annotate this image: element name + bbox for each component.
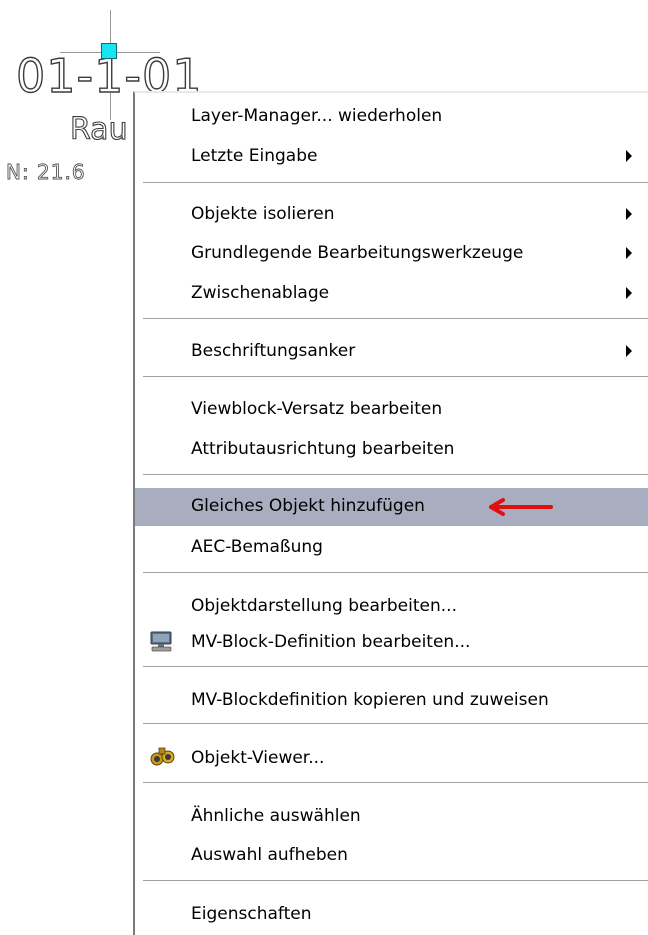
menu-item-label: Objektdarstellung bearbeiten... (191, 596, 457, 616)
menu-item-label: Attributausrichtung bearbeiten (191, 439, 455, 459)
menu-item-label: MV-Block-Definition bearbeiten... (191, 632, 471, 652)
menu-item-label: Layer-Manager... wiederholen (191, 106, 443, 126)
menu-item-annotation-anchor[interactable]: Beschriftungsanker (135, 333, 648, 369)
menu-item-properties[interactable]: Eigenschaften (135, 896, 648, 932)
menu-separator (143, 572, 648, 574)
menu-item-label: Letzte Eingabe (191, 146, 318, 166)
submenu-arrow-icon (626, 247, 632, 259)
menu-item-label: Gleiches Objekt hinzufügen (191, 496, 425, 516)
menu-separator (143, 182, 648, 184)
menu-item-deselect-all[interactable]: Auswahl aufheben (135, 837, 648, 873)
menu-item-label: Grundlegende Bearbeitungswerkzeuge (191, 243, 524, 263)
annotation-arrow-icon (489, 498, 553, 516)
menu-separator (143, 666, 648, 668)
menu-separator (143, 318, 648, 320)
menu-item-label: Beschriftungsanker (191, 341, 356, 361)
menu-separator (143, 474, 648, 476)
menu-item-clipboard[interactable]: Zwischenablage (135, 275, 648, 311)
submenu-arrow-icon (626, 287, 632, 299)
menu-item-edit-mv-block-definition[interactable]: MV-Block-Definition bearbeiten... (135, 624, 648, 660)
room-area-label[interactable]: N: 21.6 (6, 162, 86, 183)
menu-item-copy-assign-mv-block[interactable]: MV-Blockdefinition kopieren und zuweisen (135, 682, 648, 718)
menu-separator (143, 782, 648, 784)
submenu-arrow-icon (626, 150, 632, 162)
menu-item-edit-viewblock-offset[interactable]: Viewblock-Versatz bearbeiten (135, 391, 648, 427)
menu-item-recent-input[interactable]: Letzte Eingabe (135, 138, 648, 174)
menu-item-object-viewer[interactable]: Objekt-Viewer... (135, 740, 648, 776)
menu-item-edit-attribute-alignment[interactable]: Attributausrichtung bearbeiten (135, 431, 648, 467)
menu-item-basic-editing-tools[interactable]: Grundlegende Bearbeitungswerkzeuge (135, 235, 648, 271)
menu-item-label: Viewblock-Versatz bearbeiten (191, 399, 443, 419)
menu-item-aec-dimension[interactable]: AEC-Bemaßung (135, 529, 648, 565)
menu-item-repeat-layer-manager[interactable]: Layer-Manager... wiederholen (135, 98, 648, 134)
submenu-arrow-icon (626, 345, 632, 357)
menu-item-label: Auswahl aufheben (191, 845, 348, 865)
submenu-arrow-icon (626, 208, 632, 220)
menu-separator (143, 723, 648, 725)
selection-grip[interactable] (101, 43, 117, 59)
menu-item-label: Eigenschaften (191, 904, 312, 924)
room-name-label[interactable]: Rau (69, 114, 128, 145)
binoculars-icon (148, 742, 176, 770)
context-menu: Layer-Manager... wiederholen Letzte Eing… (133, 91, 648, 935)
menu-item-label: Ähnliche auswählen (191, 806, 361, 826)
menu-item-select-similar[interactable]: Ähnliche auswählen (135, 798, 648, 834)
menu-item-label: Objekte isolieren (191, 204, 335, 224)
menu-item-label: Objekt-Viewer... (191, 748, 325, 768)
menu-item-label: AEC-Bemaßung (191, 537, 323, 557)
menu-item-add-selected[interactable]: Gleiches Objekt hinzufügen (135, 488, 648, 526)
menu-item-label: MV-Blockdefinition kopieren und zuweisen (191, 690, 549, 710)
menu-separator (143, 376, 648, 378)
menu-item-edit-object-display[interactable]: Objektdarstellung bearbeiten... (135, 588, 648, 624)
menu-separator (143, 880, 648, 882)
menu-item-isolate-objects[interactable]: Objekte isolieren (135, 196, 648, 232)
monitor-icon (148, 628, 176, 656)
menu-item-label: Zwischenablage (191, 283, 330, 303)
